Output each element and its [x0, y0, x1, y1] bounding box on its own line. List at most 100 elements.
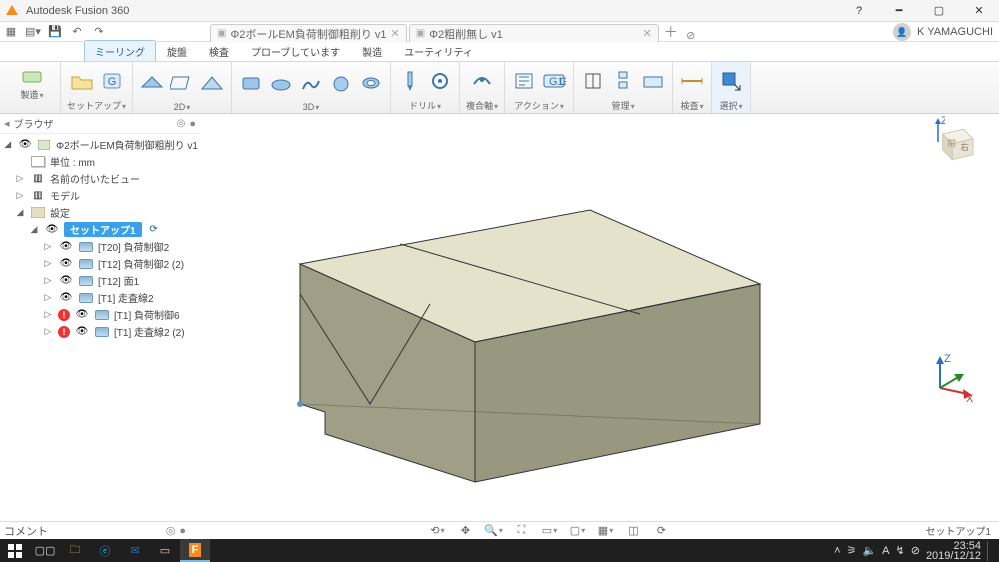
- refresh-icon[interactable]: ⟳: [654, 523, 670, 539]
- window-maximize-button[interactable]: ▢: [919, 0, 959, 22]
- window-help-button[interactable]: ?: [839, 0, 879, 22]
- viewcube-right[interactable]: 右: [960, 141, 969, 152]
- multiaxis-icon[interactable]: [469, 68, 495, 94]
- grid-button[interactable]: ▦: [0, 22, 22, 42]
- tray-chevron-icon[interactable]: ˄: [834, 545, 840, 557]
- gear-icon[interactable]: ◎: [166, 524, 176, 537]
- action-label[interactable]: アクション: [514, 98, 564, 112]
- tree-op[interactable]: ▷👁[T20] 負荷制御2: [0, 238, 200, 255]
- drill-label[interactable]: ドリル: [409, 98, 441, 112]
- fit-icon[interactable]: ⛶: [514, 523, 530, 539]
- look-icon[interactable]: ▭: [542, 523, 558, 539]
- viewcube[interactable]: 前 右: [933, 118, 981, 166]
- zoom-icon[interactable]: 🔍: [486, 523, 502, 539]
- 2d-icon-2[interactable]: [169, 70, 195, 96]
- action-icon-2[interactable]: G1G2: [541, 68, 567, 94]
- tab-notify-icon[interactable]: ⊘: [681, 29, 701, 42]
- comments-panel-header[interactable]: コメント ◎ ●: [0, 523, 190, 539]
- tray-network-icon[interactable]: ⚞: [847, 544, 857, 557]
- collapse-arrow-icon[interactable]: ◢: [14, 207, 26, 218]
- model-viewport[interactable]: [260, 144, 820, 504]
- 3d-icon-2[interactable]: [268, 70, 294, 96]
- grid-icon[interactable]: ▦: [598, 523, 614, 539]
- new-tab-button[interactable]: ＋: [661, 22, 681, 42]
- axis-gizmo[interactable]: Z X: [930, 352, 980, 402]
- 2d-label[interactable]: 2D: [174, 101, 191, 112]
- 2d-icon-3[interactable]: [199, 70, 225, 96]
- action-icon-1[interactable]: [511, 68, 537, 94]
- multiaxis-label[interactable]: 複合軸: [466, 98, 498, 112]
- orbit-icon[interactable]: ⟲: [430, 523, 446, 539]
- save-button[interactable]: 💾: [44, 22, 66, 42]
- tree-root[interactable]: ◢ 👁 Φ2ボールEM負荷制御粗削り v1: [0, 136, 200, 153]
- workspace-switcher[interactable]: 製造: [10, 64, 54, 104]
- pin-icon[interactable]: ●: [179, 525, 186, 537]
- tree-units[interactable]: 単位 : mm: [0, 153, 200, 170]
- taskview-button[interactable]: ▢▢: [30, 539, 60, 562]
- viewcube-front[interactable]: 前: [947, 137, 956, 148]
- tree-settings[interactable]: ◢ 設定: [0, 204, 200, 221]
- notepad-icon[interactable]: ▭: [150, 539, 180, 562]
- undo-button[interactable]: ↶: [66, 22, 88, 42]
- collapse-arrow-icon[interactable]: ◢: [28, 224, 40, 235]
- tree-op[interactable]: ▷👁[T12] 面1: [0, 272, 200, 289]
- tree-model[interactable]: ▷ ▥ モデル: [0, 187, 200, 204]
- expand-arrow-icon[interactable]: ▷: [14, 190, 26, 201]
- tray-notifications-icon[interactable]: ⊘: [911, 544, 920, 557]
- tree-op-error[interactable]: ▷!👁[T1] 負荷制御6: [0, 306, 200, 323]
- redo-button[interactable]: ↷: [88, 22, 110, 42]
- drill-icon-2[interactable]: [427, 68, 453, 94]
- tree-op[interactable]: ▷👁[T1] 走査線2: [0, 289, 200, 306]
- visibility-icon[interactable]: 👁: [44, 223, 60, 237]
- browser-collapse-arrow[interactable]: ◂: [4, 117, 10, 130]
- inspect-label[interactable]: 検査: [681, 98, 704, 112]
- workspace-tab-probing[interactable]: プローブしています: [240, 40, 351, 61]
- select-icon[interactable]: [718, 68, 744, 94]
- gear-icon[interactable]: ◎: [177, 118, 186, 129]
- pan-icon[interactable]: ✥: [458, 523, 474, 539]
- explorer-icon[interactable]: 🗀: [60, 539, 90, 562]
- workspace-tab-turning[interactable]: 旋盤: [156, 40, 198, 61]
- display-icon[interactable]: ▢: [570, 523, 586, 539]
- select-label[interactable]: 選択: [720, 98, 743, 112]
- close-icon[interactable]: ✕: [391, 27, 400, 40]
- workspace-tab-milling[interactable]: ミーリング: [84, 40, 156, 61]
- taskbar-clock[interactable]: 23:54 2019/12/12: [926, 541, 981, 561]
- tree-setup[interactable]: ◢ 👁 セットアップ1 ⟳: [0, 221, 200, 238]
- ie-icon[interactable]: ⓔ: [90, 539, 120, 562]
- show-desktop-button[interactable]: [987, 541, 993, 561]
- workspace-tab-utilities[interactable]: ユーティリティ: [393, 40, 484, 61]
- browser-pin-icon[interactable]: ●: [189, 118, 196, 130]
- tree-named-views[interactable]: ▷ ▥ 名前の付いたビュー: [0, 170, 200, 187]
- open-folder-icon[interactable]: [69, 68, 95, 94]
- manage-icon-1[interactable]: [580, 68, 606, 94]
- file-button[interactable]: ▤▾: [22, 22, 44, 42]
- close-icon[interactable]: ✕: [643, 27, 652, 40]
- 3d-icon-4[interactable]: [328, 70, 354, 96]
- 3d-icon-1[interactable]: [238, 70, 264, 96]
- 3d-icon-5[interactable]: [358, 70, 384, 96]
- setup-icon[interactable]: G: [99, 68, 125, 94]
- manage-icon-3[interactable]: [640, 68, 666, 94]
- tray-power-icon[interactable]: ↯: [896, 544, 905, 557]
- tray-ime-icon[interactable]: A: [882, 545, 889, 557]
- collapse-arrow-icon[interactable]: ◢: [2, 139, 13, 150]
- avatar[interactable]: 👤: [893, 23, 911, 41]
- tree-op[interactable]: ▷👁[T12] 負荷制御2 (2): [0, 255, 200, 272]
- manage-label[interactable]: 管理: [612, 98, 635, 112]
- document-tab-active[interactable]: ▣ Φ2ボールEM負荷制御粗削り v1 ✕: [210, 24, 407, 42]
- inspect-icon[interactable]: [679, 68, 705, 94]
- 3d-label[interactable]: 3D: [303, 101, 320, 112]
- workspace-tab-inspection[interactable]: 検査: [198, 40, 240, 61]
- document-tab[interactable]: ▣ Φ2粗削無し v1 ✕: [409, 24, 659, 42]
- canvas[interactable]: Z 前 右: [200, 114, 999, 539]
- fusion-taskbar-icon[interactable]: F: [180, 539, 210, 562]
- 2d-icon-1[interactable]: [139, 70, 165, 96]
- setup-label[interactable]: セットアップ: [67, 98, 126, 112]
- tree-op-error[interactable]: ▷!👁[T1] 走査線2 (2): [0, 323, 200, 340]
- refresh-icon[interactable]: ⟳: [146, 223, 162, 237]
- visibility-icon[interactable]: 👁: [17, 138, 32, 152]
- start-button[interactable]: [0, 539, 30, 562]
- expand-arrow-icon[interactable]: ▷: [14, 173, 26, 184]
- window-minimize-button[interactable]: ━: [879, 0, 919, 22]
